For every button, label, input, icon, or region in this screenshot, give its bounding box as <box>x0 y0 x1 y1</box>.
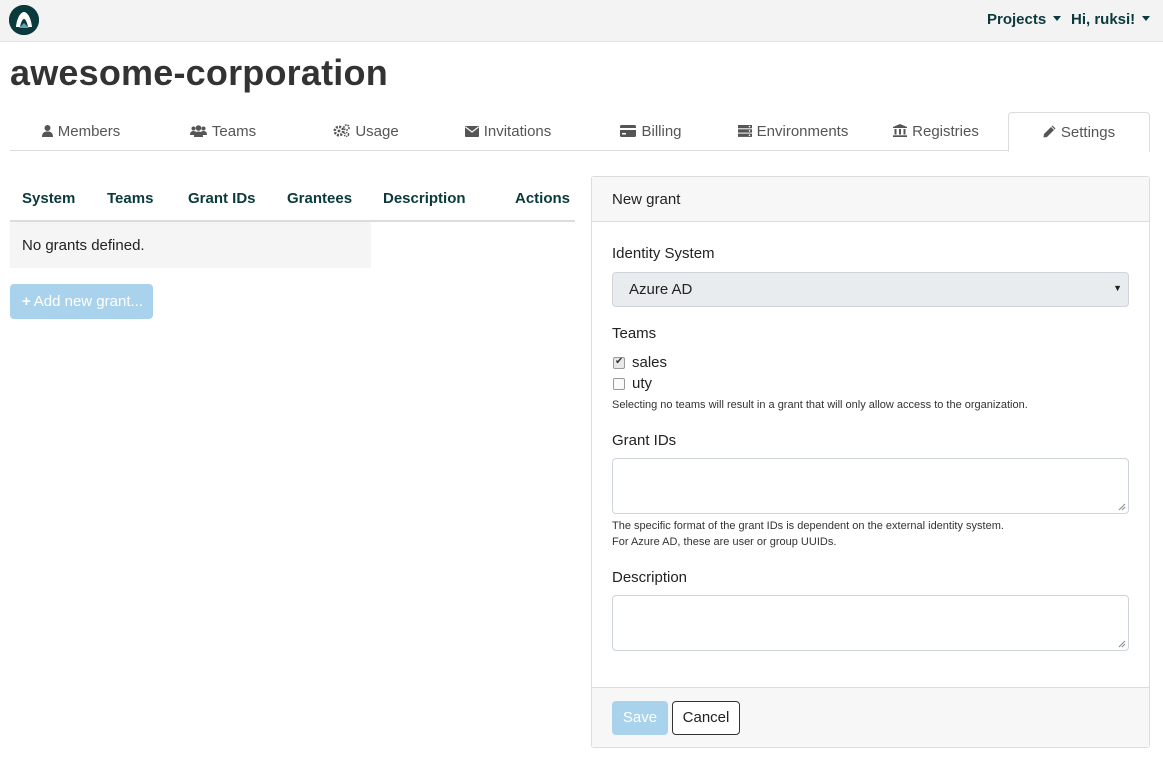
tab-label: Registries <box>912 123 979 140</box>
organization-tabs: Members Teams Usage Invitations Billing … <box>10 112 1150 152</box>
team-name: sales <box>632 354 668 371</box>
tab-label: Usage <box>355 123 399 140</box>
user-menu[interactable]: Hi, ruksi! <box>1071 11 1151 28</box>
plus-icon: + <box>22 293 31 310</box>
caret-down-icon <box>1142 16 1151 21</box>
empty-table-message: No grants defined. <box>10 222 371 268</box>
envelope-icon <box>464 113 479 152</box>
add-new-grant-button[interactable]: + Add new grant... <box>10 284 153 319</box>
identity-system-label: Identity System <box>612 245 715 262</box>
column-header-teams: Teams <box>107 190 154 207</box>
tab-label: Members <box>57 123 121 140</box>
column-header-description: Description <box>383 190 466 207</box>
tab-environments[interactable]: Environments <box>722 112 864 151</box>
bank-icon <box>893 113 908 152</box>
column-header-grantees: Grantees <box>287 190 353 207</box>
grant-ids-label: Grant IDs <box>612 432 677 449</box>
column-header-grant-ids: Grant IDs <box>188 190 256 207</box>
team-name: uty <box>632 375 653 392</box>
teams-label: Teams <box>612 325 657 342</box>
identity-system-select[interactable]: Azure AD ▼ <box>612 272 1129 307</box>
tab-registries[interactable]: Registries <box>865 112 1007 151</box>
grant-ids-textarea[interactable] <box>612 458 1129 514</box>
tab-usage[interactable]: Usage <box>295 112 437 151</box>
caret-down-icon <box>1053 16 1062 21</box>
tab-billing[interactable]: Billing <box>580 112 722 151</box>
add-new-grant-label: Add new grant... <box>33 293 143 310</box>
resize-grip-icon[interactable] <box>1118 503 1126 511</box>
checkbox-unchecked[interactable] <box>613 378 625 390</box>
projects-menu-label: Projects <box>987 11 1047 28</box>
page-title: awesome-corporation <box>10 52 388 93</box>
new-grant-card: New grant Identity System Azure AD ▼ Tea… <box>591 176 1150 748</box>
user-icon <box>41 113 53 152</box>
description-label: Description <box>612 569 688 586</box>
tab-members[interactable]: Members <box>10 112 152 151</box>
tab-settings[interactable]: Settings <box>1008 112 1150 152</box>
description-textarea[interactable] <box>612 595 1129 651</box>
tab-label: Environments <box>756 123 849 140</box>
teams-help-text: Selecting no teams will result in a gran… <box>612 399 1028 411</box>
server-icon <box>737 113 752 152</box>
top-navbar: Projects Hi, ruksi! <box>0 0 1163 42</box>
card-header: New grant <box>592 177 1149 222</box>
checkbox-checked[interactable] <box>613 356 625 369</box>
tab-invitations[interactable]: Invitations <box>437 112 579 151</box>
users-icon <box>189 113 207 152</box>
column-header-system: System <box>22 190 76 207</box>
tab-label: Settings <box>1060 124 1116 141</box>
tab-label: Teams <box>211 123 257 140</box>
tab-teams[interactable]: Teams <box>152 112 294 151</box>
grant-ids-help-line-1: The specific format of the grant IDs is … <box>612 520 1004 532</box>
grant-ids-help-line-2: For Azure AD, these are user or group UU… <box>612 536 837 548</box>
dropdown-arrow-icon: ▼ <box>1113 283 1122 293</box>
tab-label: Invitations <box>483 123 552 140</box>
projects-menu[interactable]: Projects <box>987 11 1062 28</box>
cancel-button[interactable]: Cancel <box>672 701 740 735</box>
grants-table: System Teams Grant IDs Grantees Descript… <box>10 176 575 319</box>
column-header-actions: Actions <box>515 190 571 207</box>
table-header: System Teams Grant IDs Grantees Descript… <box>10 176 575 222</box>
logo-icon[interactable] <box>9 5 39 35</box>
cogs-icon <box>333 113 351 152</box>
credit-card-icon <box>620 113 637 152</box>
user-menu-label: Hi, ruksi! <box>1071 11 1136 28</box>
pencil-icon <box>1043 114 1056 153</box>
tab-label: Billing <box>641 123 682 140</box>
resize-grip-icon[interactable] <box>1118 640 1126 648</box>
card-footer: Save Cancel <box>592 687 1149 747</box>
save-button[interactable]: Save <box>612 701 668 735</box>
identity-system-value: Azure AD <box>629 281 693 298</box>
